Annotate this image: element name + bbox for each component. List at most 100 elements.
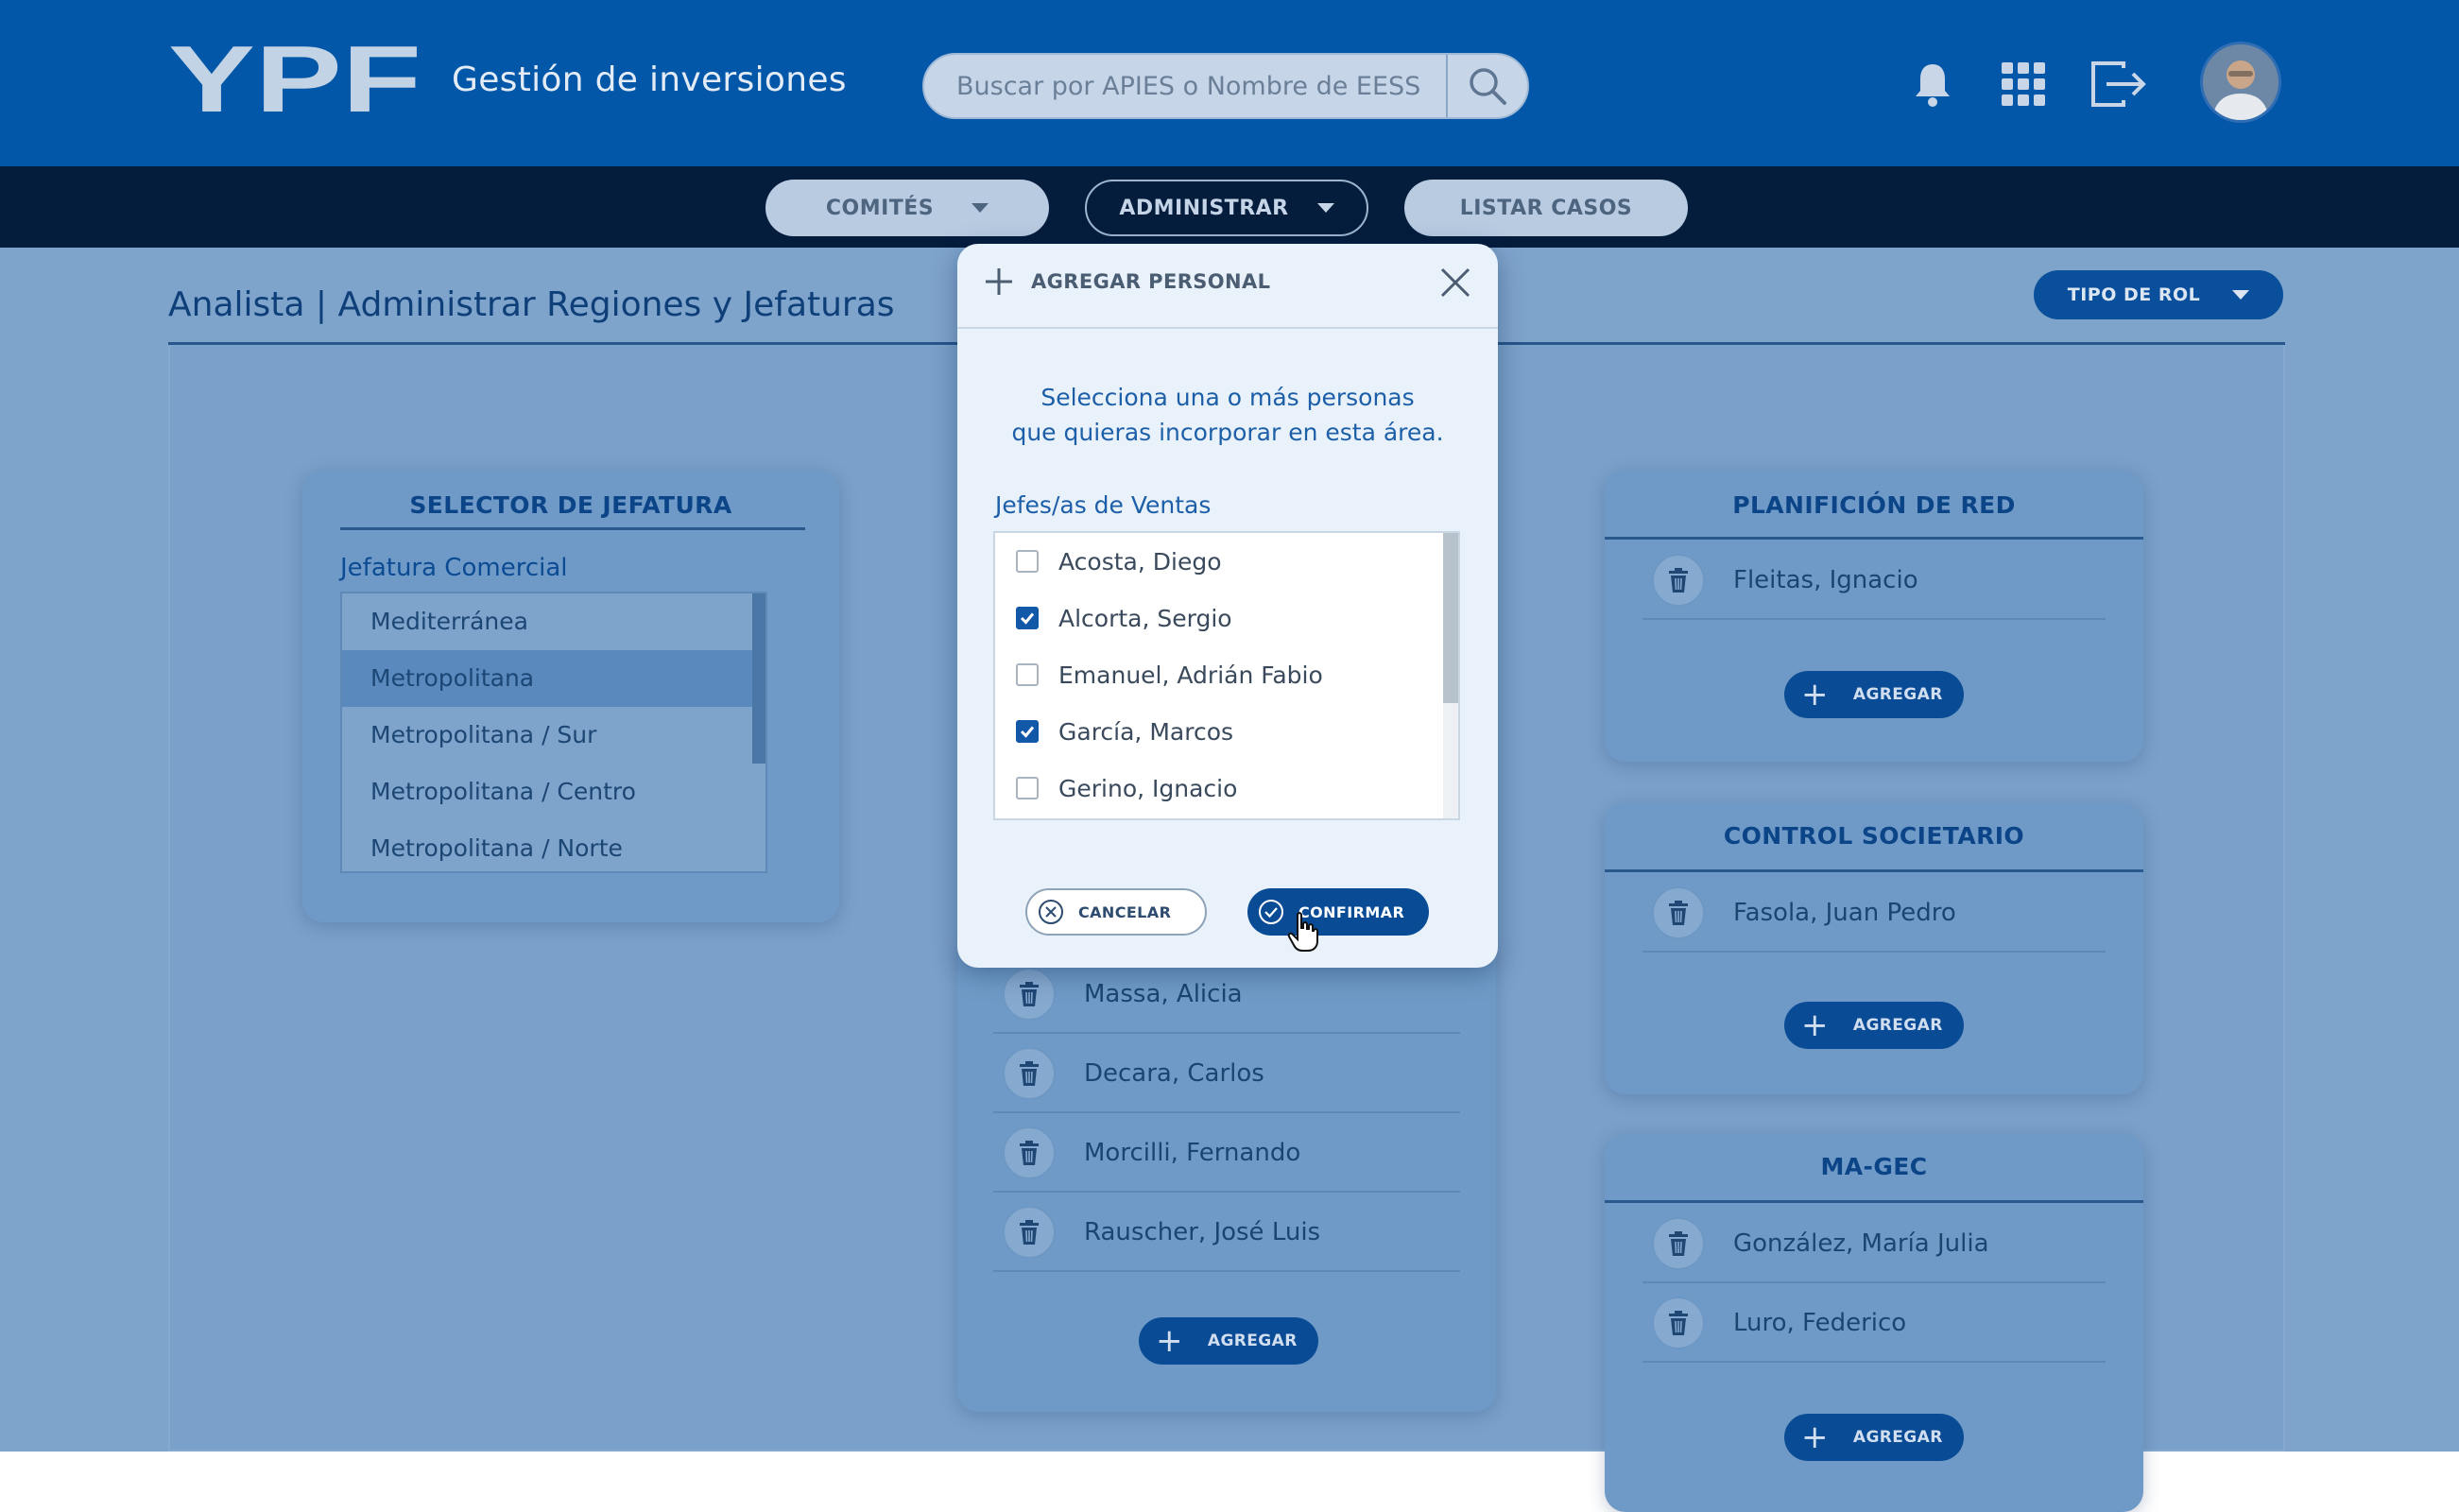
delete-person-button[interactable]	[1003, 1047, 1056, 1100]
option-label: Alcorta, Sergio	[1058, 604, 1232, 632]
agregar-button[interactable]: + AGREGAR	[1784, 1414, 1964, 1461]
hand-pointer-icon	[1287, 912, 1318, 952]
app-title: Gestión de inversiones	[452, 60, 847, 99]
notifications-button[interactable]	[1909, 59, 1956, 110]
checklist-option[interactable]: García, Marcos	[995, 703, 1458, 760]
apps-button[interactable]	[2000, 60, 2047, 108]
jefatura-list[interactable]: Mediterránea Metropolitana Metropolitana…	[340, 592, 767, 873]
checkbox-unchecked[interactable]	[1016, 550, 1039, 573]
option-label: Emanuel, Adrián Fabio	[1058, 661, 1323, 689]
nav-administrar-label: ADMINISTRAR	[1119, 196, 1289, 220]
plus-icon: +	[1801, 1006, 1829, 1044]
agregar-personal-modal: AGREGAR PERSONAL Selecciona una o más pe…	[957, 244, 1498, 968]
jefatura-option[interactable]: Mediterránea	[342, 593, 765, 650]
person-row: Morcilli, Fernando	[993, 1113, 1460, 1193]
ypf-logo-text: YPF	[168, 36, 421, 123]
trash-icon	[1669, 1311, 1688, 1335]
delete-person-button[interactable]	[1652, 554, 1705, 607]
nav-administrar-dropdown[interactable]: ADMINISTRAR	[1085, 180, 1368, 236]
person-row: González, María Julia	[1642, 1204, 2106, 1283]
checklist-option[interactable]: Gerino, Ignacio	[995, 760, 1458, 816]
delete-person-button[interactable]	[1652, 1217, 1705, 1270]
plus-icon: +	[1156, 1322, 1183, 1360]
cancel-label: CANCELAR	[1078, 902, 1172, 921]
close-modal-button[interactable]	[1439, 266, 1471, 302]
person-row: Luro, Federico	[1642, 1283, 2106, 1363]
card-title: PLANIFICIÓN DE RED	[1732, 491, 2016, 519]
agregar-button[interactable]: + AGREGAR	[1139, 1317, 1318, 1365]
delete-person-button[interactable]	[1652, 886, 1705, 939]
delete-person-button[interactable]	[1652, 1297, 1705, 1349]
confirm-button[interactable]: CONFIRMAR	[1247, 888, 1429, 936]
person-row: Fasola, Juan Pedro	[1642, 873, 2106, 953]
agregar-label: AGREGAR	[1852, 685, 1943, 704]
user-avatar-icon	[2203, 44, 2278, 120]
jefatura-option[interactable]: Metropolitana / Norte	[342, 820, 765, 871]
tipo-rol-dropdown[interactable]: TIPO DE ROL	[2034, 270, 2283, 319]
jefatura-option-selected[interactable]: Metropolitana	[342, 650, 765, 707]
option-label: García, Marcos	[1058, 717, 1234, 746]
checkbox-unchecked[interactable]	[1016, 663, 1039, 686]
search-icon	[1470, 68, 1506, 105]
checklist-option[interactable]: Emanuel, Adrián Fabio	[995, 646, 1458, 703]
selector-divider	[340, 527, 805, 530]
delete-person-button[interactable]	[1003, 1126, 1056, 1179]
checkbox-unchecked[interactable]	[1016, 777, 1039, 799]
person-name: Morcilli, Fernando	[1084, 1139, 1301, 1167]
jefatura-list-scrollbar[interactable]	[752, 593, 765, 764]
checklist-scrollbar[interactable]	[1443, 533, 1458, 703]
chevron-down-icon	[1316, 203, 1334, 213]
person-name: Decara, Carlos	[1084, 1059, 1264, 1088]
card-title: MA-GEC	[1820, 1153, 1928, 1180]
delete-person-button[interactable]	[1003, 968, 1056, 1021]
delete-person-button[interactable]	[1003, 1206, 1056, 1259]
tipo-rol-label: TIPO DE ROL	[2067, 284, 2201, 305]
people-checklist[interactable]: Acosta, Diego Alcorta, Sergio Emanuel, A…	[993, 531, 1460, 820]
search-input[interactable]	[924, 55, 1446, 117]
trash-icon	[1669, 901, 1688, 925]
card-divider	[1605, 537, 2143, 540]
user-avatar[interactable]	[2200, 42, 2281, 123]
cancel-button[interactable]: CANCELAR	[1025, 888, 1207, 936]
page-title: Analista | Administrar Regiones y Jefatu…	[168, 285, 895, 324]
jefatura-option[interactable]: Metropolitana / Sur	[342, 707, 765, 764]
cancel-circle-icon	[1037, 898, 1065, 926]
modal-description: Selecciona una o más personas que quiera…	[957, 380, 1498, 450]
apps-grid-icon	[2002, 62, 2045, 106]
ypf-logo[interactable]: YPF	[168, 36, 423, 123]
agregar-button[interactable]: + AGREGAR	[1784, 1002, 1964, 1049]
trash-icon	[1020, 1220, 1039, 1245]
chevron-down-icon	[2232, 290, 2250, 300]
nav-listar-casos-button[interactable]: LISTAR CASOS	[1404, 180, 1688, 236]
nav-comites-label: COMITÉS	[825, 196, 935, 220]
control-societario-card: CONTROL SOCIETARIO Fasola, Juan Pedro + …	[1605, 803, 2143, 1094]
nav-listar-label: LISTAR CASOS	[1459, 196, 1633, 220]
card-divider	[1605, 869, 2143, 872]
nav-comites-dropdown[interactable]: COMITÉS	[765, 180, 1049, 236]
checklist-option[interactable]: Acosta, Diego	[995, 533, 1458, 590]
checkbox-checked[interactable]	[1016, 607, 1039, 629]
checkbox-checked[interactable]	[1016, 720, 1039, 743]
plus-icon	[986, 268, 1012, 295]
card-title: CONTROL SOCIETARIO	[1723, 822, 2025, 850]
selector-title: SELECTOR DE JEFATURA	[409, 491, 732, 519]
checklist-option[interactable]: Alcorta, Sergio	[995, 590, 1458, 646]
search-bar	[922, 53, 1529, 119]
search-button[interactable]	[1446, 55, 1527, 117]
logout-button[interactable]	[2089, 59, 2149, 110]
agregar-button[interactable]: + AGREGAR	[1784, 671, 1964, 718]
modal-title: AGREGAR PERSONAL	[1031, 270, 1271, 293]
selector-jefatura-card: SELECTOR DE JEFATURA Jefatura Comercial …	[302, 471, 839, 922]
list-label: Jefes/as de Ventas	[995, 491, 1212, 519]
person-name: González, María Julia	[1733, 1229, 1989, 1258]
card-divider	[1605, 1200, 2143, 1203]
option-label: Acosta, Diego	[1058, 547, 1222, 576]
person-name: Rauscher, José Luis	[1084, 1218, 1321, 1246]
modal-header: AGREGAR PERSONAL	[957, 244, 1498, 329]
agregar-label: AGREGAR	[1852, 1428, 1943, 1447]
planificacion-red-card: PLANIFICIÓN DE RED Fleitas, Ignacio + AG…	[1605, 471, 2143, 762]
jefatura-option[interactable]: Metropolitana / Centro	[342, 764, 765, 820]
plus-icon: +	[1801, 1418, 1829, 1456]
person-name: Fasola, Juan Pedro	[1733, 899, 1956, 927]
checkmark-icon	[1020, 612, 1035, 625]
